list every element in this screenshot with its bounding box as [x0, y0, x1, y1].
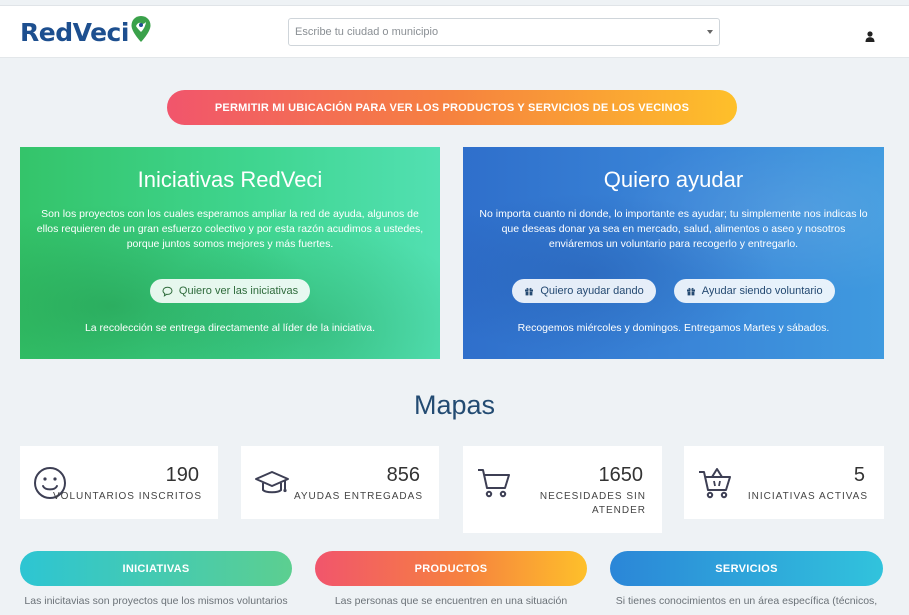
maps-title: Mapas	[413, 390, 496, 420]
stat-value: 856	[386, 464, 420, 486]
logo[interactable]: RedVeci	[20, 14, 152, 50]
user-icon[interactable]	[865, 31, 875, 42]
help-giving-label: Quiero ayudar dando	[540, 285, 644, 297]
help-description: No importa cuanto ni donde, lo important…	[479, 208, 868, 250]
help-giving-button[interactable]: Quiero ayudar dando	[512, 279, 656, 303]
location-pin-icon	[131, 16, 151, 42]
stat-label: INICIATIVAS ACTIVAS	[747, 491, 868, 502]
initiatives-title: Iniciativas RedVeci	[137, 167, 323, 192]
graduation-cap-icon	[255, 471, 289, 494]
initiatives-category-text: Las inicitavias son proyectos que los mi…	[24, 595, 288, 607]
volunteer-button[interactable]: Ayudar siendo voluntario	[673, 279, 835, 303]
allow-location-button[interactable]: PERMITIR MI UBICACIÓN PARA VER LOS PRODU…	[167, 90, 737, 125]
initiatives-description: Son los proyectos con los cuales esperam…	[36, 208, 424, 250]
stat-label: VOLUNTARIOS INSCRITOS	[53, 491, 202, 502]
stat-card-initiatives: 5 INICIATIVAS ACTIVAS	[684, 446, 884, 519]
chat-bubble-icon	[162, 286, 173, 297]
stat-value: 190	[165, 464, 199, 486]
stat-label: NECESIDADES SIN ATENDER	[539, 491, 646, 516]
stat-card-deliveries: 856 AYUDAS ENTREGADAS	[241, 446, 439, 519]
products-category-text: Las personas que se encuentren en una si…	[334, 595, 568, 607]
products-category-button[interactable]: PRODUCTOS	[315, 551, 587, 586]
cart-icon	[478, 469, 510, 498]
gift-icon	[525, 287, 534, 296]
help-note: Recogemos miércoles y domingos. Entregam…	[517, 322, 830, 334]
stat-card-needs: 1650 NECESIDADES SIN ATENDER	[463, 446, 662, 533]
initiatives-category-button[interactable]: INICIATIVAS	[20, 551, 292, 586]
help-title: Quiero ayudar	[603, 167, 744, 192]
initiatives-hero: Iniciativas RedVeci Son los proyectos co…	[20, 147, 440, 359]
volunteer-label: Ayudar siendo voluntario	[701, 285, 823, 297]
logo-text: RedVeci	[20, 17, 129, 47]
city-search-input[interactable]	[289, 19, 719, 45]
chevron-down-icon[interactable]	[707, 30, 713, 34]
services-category-button[interactable]: SERVICIOS	[610, 551, 883, 586]
services-category-text: Si tienes conocimientos en un área espec…	[615, 595, 878, 607]
stat-value: 5	[853, 464, 865, 486]
stat-card-volunteers: 190 VOLUNTARIOS INSCRITOS	[20, 446, 218, 519]
help-hero: Quiero ayudar No importa cuanto ni donde…	[463, 147, 884, 359]
view-initiatives-button[interactable]: Quiero ver las iniciativas	[149, 279, 311, 303]
gift-icon	[686, 287, 695, 296]
stat-value: 1650	[598, 464, 644, 486]
stat-label: AYUDAS ENTREGADAS	[293, 491, 423, 502]
basket-icon	[699, 468, 731, 499]
header: RedVeci	[0, 6, 909, 58]
city-search[interactable]	[288, 18, 720, 46]
view-initiatives-label: Quiero ver las iniciativas	[178, 285, 299, 297]
initiatives-note: La recolección se entrega directamente a…	[84, 322, 376, 334]
